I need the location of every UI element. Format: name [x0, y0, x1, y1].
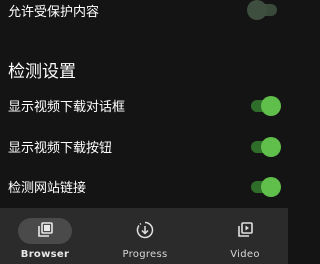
setting-label: 允许受保护内容 — [8, 5, 100, 20]
toggle-thumb — [261, 177, 281, 197]
toggle-thumb — [261, 137, 281, 157]
nav-tab-browser[interactable]: Browser — [18, 208, 72, 264]
nav-label: Video — [230, 249, 260, 260]
toggle-thumb — [261, 96, 281, 116]
nav-label: Progress — [122, 249, 168, 260]
video-library-icon — [238, 222, 253, 237]
detect-links-toggle[interactable] — [251, 177, 281, 197]
bottom-navigation: Browser Progress Video — [0, 208, 288, 264]
setting-label: 显示视频下载按钮 — [8, 141, 113, 156]
setting-label: 显示视频下载对话框 — [8, 100, 126, 115]
section-title: 检测设置 — [8, 62, 76, 82]
browser-tabs-icon — [38, 222, 53, 237]
nav-tab-video[interactable]: Video — [218, 208, 272, 264]
show-download-button-toggle[interactable] — [251, 137, 281, 157]
show-download-dialog-toggle[interactable] — [251, 96, 281, 116]
setting-label: 检测网站链接 — [8, 181, 87, 196]
download-progress-icon — [136, 221, 154, 239]
nav-label: Browser — [20, 249, 70, 260]
allow-protected-toggle[interactable] — [247, 0, 277, 20]
nav-tab-progress[interactable]: Progress — [118, 208, 172, 264]
toggle-thumb — [247, 0, 267, 20]
